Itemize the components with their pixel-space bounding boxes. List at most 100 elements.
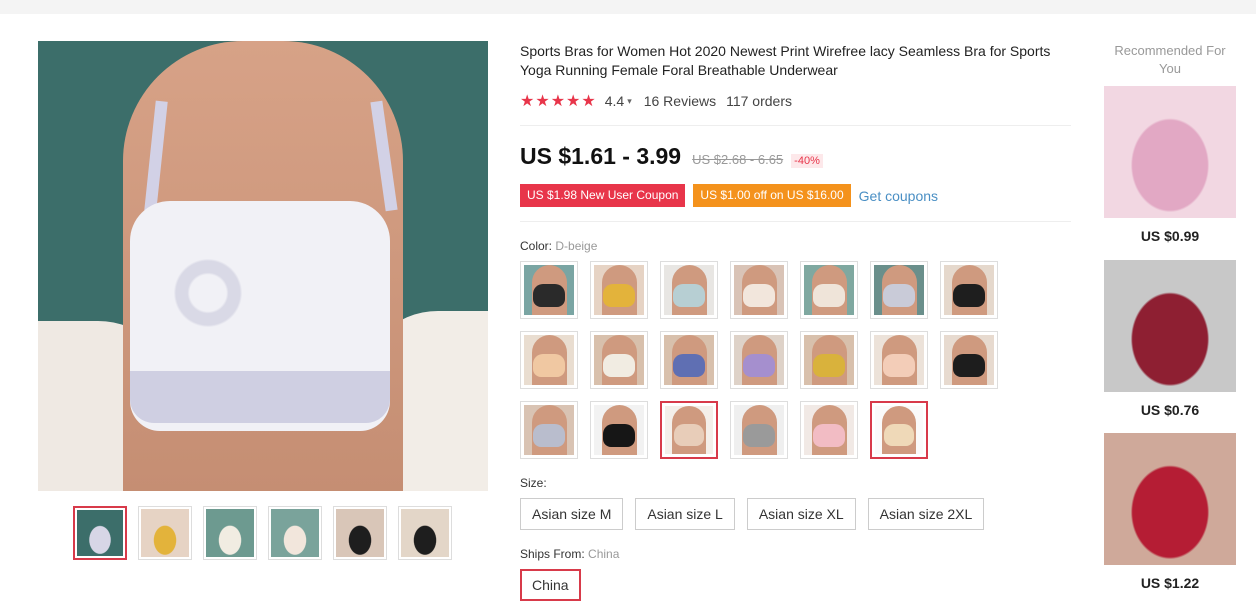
swatch-image: [664, 265, 714, 315]
ships-from-label-row: Ships From: China: [520, 547, 619, 561]
chevron-down-icon[interactable]: ▾: [627, 96, 632, 107]
color-swatch[interactable]: [660, 261, 718, 319]
color-swatch[interactable]: [870, 261, 928, 319]
reviews-link[interactable]: 16 Reviews: [644, 93, 716, 109]
color-label-row: Color: D-beige: [520, 239, 597, 253]
swatch-image: [944, 265, 994, 315]
gallery-thumbnail[interactable]: [73, 506, 127, 560]
swatch-image: [594, 265, 644, 315]
swatch-bra: [883, 284, 915, 307]
swatch-bra: [533, 354, 565, 377]
color-label: Color:: [520, 239, 553, 253]
star-rating-icon: ★★★★★: [520, 93, 597, 110]
ships-from-china-option[interactable]: China: [520, 569, 581, 601]
color-swatch[interactable]: [660, 401, 718, 459]
swatch-bra: [673, 354, 705, 377]
swatch-bra: [743, 354, 775, 377]
color-swatch[interactable]: [730, 401, 788, 459]
color-swatch[interactable]: [520, 261, 578, 319]
color-swatch[interactable]: [730, 331, 788, 389]
color-selected-value: D-beige: [555, 239, 598, 253]
color-swatch[interactable]: [870, 331, 928, 389]
swatch-image: [734, 405, 784, 455]
recommended-item-image[interactable]: [1104, 260, 1236, 392]
swatch-image: [734, 265, 784, 315]
recommended-item[interactable]: US $1.22: [1104, 433, 1236, 591]
swatch-image: [944, 335, 994, 385]
size-label: Size:: [520, 476, 547, 490]
size-option[interactable]: Asian size L: [635, 498, 735, 530]
swatch-bra: [533, 284, 565, 307]
recommended-item-image[interactable]: [1104, 86, 1236, 218]
color-swatch[interactable]: [800, 331, 858, 389]
rating-score[interactable]: 4.4: [605, 93, 624, 109]
color-swatch[interactable]: [800, 261, 858, 319]
size-options: Asian size M Asian size L Asian size XL Asi…: [520, 498, 985, 530]
swatch-image: [524, 405, 574, 455]
recommended-item-image[interactable]: [1104, 433, 1236, 565]
swatch-bra: [673, 284, 705, 307]
recommended-title: Recommended For You: [1114, 43, 1226, 76]
original-price: US $2.68 - 6.65: [692, 152, 784, 167]
get-coupons-link[interactable]: Get coupons: [859, 188, 938, 204]
color-swatch[interactable]: [800, 401, 858, 459]
new-user-coupon[interactable]: US $1.98 New User Coupon: [520, 184, 686, 207]
gallery-thumbnail[interactable]: [268, 506, 322, 560]
swatch-bra: [603, 284, 635, 307]
gallery-thumbnail[interactable]: [203, 506, 257, 560]
color-swatch[interactable]: [590, 401, 648, 459]
color-swatch[interactable]: [940, 331, 998, 389]
ships-from-value: China: [588, 547, 620, 561]
color-swatch[interactable]: [590, 261, 648, 319]
thumbnail-image: [401, 509, 449, 557]
color-swatch[interactable]: [660, 331, 718, 389]
swatch-image: [594, 405, 644, 455]
swatch-image: [875, 406, 923, 454]
swatch-image: [665, 406, 713, 454]
product-title: Sports Bras for Women Hot 2020 Newest Pr…: [520, 43, 1051, 78]
color-swatch[interactable]: [940, 261, 998, 319]
gallery-thumbnail[interactable]: [398, 506, 452, 560]
swatch-bra: [603, 424, 635, 447]
gallery-thumbnails: [73, 506, 452, 560]
size-option[interactable]: Asian size XL: [746, 498, 856, 530]
color-swatches: [520, 261, 1010, 459]
swatch-image: [874, 265, 924, 315]
size-option[interactable]: Asian size 2XL: [867, 498, 985, 530]
recommended-item[interactable]: US $0.99: [1104, 86, 1236, 244]
swatch-bra: [743, 284, 775, 307]
color-swatch[interactable]: [520, 331, 578, 389]
size-option[interactable]: Asian size M: [520, 498, 624, 530]
swatch-bra: [533, 424, 565, 447]
rating-row: ★★★★★ 4.4 ▾ 16 Reviews 117 orders: [520, 91, 792, 111]
color-swatch[interactable]: [590, 331, 648, 389]
swatch-image: [664, 335, 714, 385]
recommended-item-price: US $0.76: [1140, 402, 1200, 418]
color-swatch[interactable]: [730, 261, 788, 319]
discount-badge: -40%: [791, 154, 823, 168]
color-swatch[interactable]: [520, 401, 578, 459]
thumbnail-image: [77, 510, 123, 556]
recommended-item-price: US $1.22: [1140, 575, 1200, 591]
recommended-item[interactable]: US $0.76: [1104, 260, 1236, 418]
gallery-thumbnail[interactable]: [333, 506, 387, 560]
gallery-thumbnail[interactable]: [138, 506, 192, 560]
ships-from-label: Ships From:: [520, 547, 585, 561]
swatch-bra: [673, 424, 705, 447]
swatch-bra: [813, 424, 845, 447]
color-swatch[interactable]: [870, 401, 928, 459]
swatch-bra: [743, 424, 775, 447]
price-row: US $1.61 - 3.99 US $2.68 - 6.65 -40%: [520, 143, 823, 170]
swatch-bra: [813, 284, 845, 307]
swatch-bra: [883, 354, 915, 377]
swatch-image: [804, 335, 854, 385]
current-price: US $1.61 - 3.99: [520, 143, 682, 169]
swatch-bra: [883, 424, 915, 447]
recommended-item-price: US $0.99: [1140, 228, 1200, 244]
thumbnail-image: [206, 509, 254, 557]
orders-count: 117 orders: [726, 93, 792, 109]
swatch-bra: [813, 354, 845, 377]
coupons-row: US $1.98 New User Coupon US $1.00 off on…: [520, 184, 938, 207]
main-product-image[interactable]: [38, 41, 488, 491]
store-coupon[interactable]: US $1.00 off on US $16.00: [693, 184, 851, 207]
